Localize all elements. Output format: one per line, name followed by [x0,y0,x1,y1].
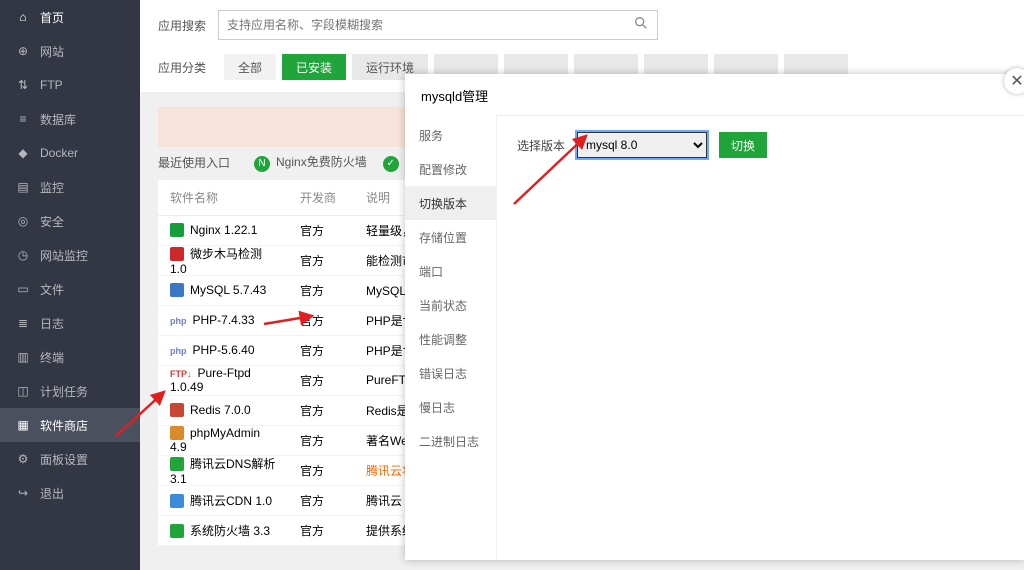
sidebar: ⌂首页⊕网站⇅FTP≡数据库◆Docker▤监控◎安全◷网站监控▭文件≣日志▥终… [0,0,140,570]
sidebar-item-watch[interactable]: ◷网站监控 [0,238,140,272]
cell-dev: 官方 [288,342,354,359]
log-icon: ≣ [16,316,30,330]
app-icon [170,426,184,440]
cell-name: phpMyAdmin 4.9 [158,426,288,455]
shield-icon: ✓ [383,156,399,172]
db-icon: ≡ [16,112,30,126]
recent-label: 最近使用入口 [158,154,230,171]
search-label: 应用搜索 [158,17,218,34]
modal-sidebar: 服务配置修改切换版本存储位置端口当前状态性能调整错误日志慢日志二进制日志 [405,114,497,560]
version-label: 选择版本 [517,137,565,154]
globe-icon: ⊕ [16,44,30,58]
cell-dev: 官方 [288,372,354,389]
app-icon [170,223,184,237]
gear-icon: ⚙ [16,452,30,466]
watch-icon: ◷ [16,248,30,262]
monitor-icon: ▤ [16,180,30,194]
close-icon[interactable]: ✕ [1004,68,1024,94]
modal-tab[interactable]: 切换版本 [405,186,496,220]
sidebar-item-cron[interactable]: ◫计划任务 [0,374,140,408]
cell-name: FTP↓Pure-Ftpd 1.0.49 [158,366,288,394]
modal-tab[interactable]: 配置修改 [405,152,496,186]
sidebar-item-db[interactable]: ≡数据库 [0,102,140,136]
cell-dev: 官方 [288,462,354,479]
cell-dev: 官方 [288,282,354,299]
sidebar-item-home[interactable]: ⌂首页 [0,0,140,34]
shield-icon: ◎ [16,214,30,228]
folder-icon: ▭ [16,282,30,296]
exit-icon: ↪ [16,486,30,500]
category-tab[interactable]: 已安装 [282,54,346,80]
search-icon[interactable] [633,15,649,36]
recent-item[interactable]: NNginx免费防火墙 [254,153,367,172]
cell-name: phpPHP-7.4.33 [158,313,288,327]
app-icon [170,494,184,508]
app-icon: FTP↓ [170,369,192,379]
modal-tab[interactable]: 服务 [405,118,496,152]
modal-tab[interactable]: 慢日志 [405,390,496,424]
cell-name: MySQL 5.7.43 [158,283,288,298]
cell-name: 系统防火墙 3.3 [158,522,288,539]
cell-dev: 官方 [288,402,354,419]
cell-dev: 官方 [288,222,354,239]
sidebar-item-shield[interactable]: ◎安全 [0,204,140,238]
sidebar-item-store[interactable]: ▦软件商店 [0,408,140,442]
sidebar-item-folder[interactable]: ▭文件 [0,272,140,306]
sidebar-item-exit[interactable]: ↪退出 [0,476,140,510]
sidebar-item-monitor[interactable]: ▤监控 [0,170,140,204]
cell-name: Nginx 1.22.1 [158,223,288,238]
cell-name: 腾讯云DNS解析 3.1 [158,455,288,486]
modal-tab[interactable]: 端口 [405,254,496,288]
app-icon [170,457,184,471]
sidebar-item-globe[interactable]: ⊕网站 [0,34,140,68]
store-icon: ▦ [16,418,30,432]
cell-name: 微步木马检测 1.0 [158,245,288,276]
sidebar-item-log[interactable]: ≣日志 [0,306,140,340]
home-icon: ⌂ [16,10,30,24]
cell-name: Redis 7.0.0 [158,403,288,418]
modal-tab[interactable]: 存储位置 [405,220,496,254]
modal-tab[interactable]: 性能调整 [405,322,496,356]
app-icon [170,247,184,261]
search-input[interactable] [227,18,633,32]
search-box[interactable] [218,10,658,40]
cell-name: 腾讯云CDN 1.0 [158,492,288,509]
switch-button[interactable]: 切换 [719,132,767,158]
th-dev: 开发商 [288,189,354,206]
modal-tab[interactable]: 二进制日志 [405,424,496,458]
cell-dev: 官方 [288,432,354,449]
version-select[interactable]: mysql 8.0 [577,132,707,158]
modal-content: 选择版本 mysql 8.0 切换 [497,114,1024,560]
modal-tab[interactable]: 错误日志 [405,356,496,390]
cron-icon: ◫ [16,384,30,398]
sidebar-item-docker[interactable]: ◆Docker [0,136,140,170]
cell-dev: 官方 [288,312,354,329]
search-row: 应用搜索 [140,0,1024,48]
app-icon [170,524,184,538]
mysqld-modal: ✕ mysqld管理 服务配置修改切换版本存储位置端口当前状态性能调整错误日志慢… [405,74,1024,560]
cell-name: phpPHP-5.6.40 [158,343,288,357]
cell-dev: 官方 [288,492,354,509]
shield-icon: N [254,156,270,172]
category-tab[interactable]: 全部 [224,54,276,80]
modal-tab[interactable]: 当前状态 [405,288,496,322]
terminal-icon: ▥ [16,350,30,364]
modal-title: mysqld管理 [405,74,1024,116]
ftp-icon: ⇅ [16,78,30,92]
cell-dev: 官方 [288,522,354,539]
app-icon: php [170,316,187,326]
sidebar-item-gear[interactable]: ⚙面板设置 [0,442,140,476]
app-icon [170,403,184,417]
sidebar-item-terminal[interactable]: ▥终端 [0,340,140,374]
app-icon: php [170,346,187,356]
th-name: 软件名称 [158,189,288,206]
category-label: 应用分类 [158,59,218,76]
docker-icon: ◆ [16,146,30,160]
sidebar-item-ftp[interactable]: ⇅FTP [0,68,140,102]
app-icon [170,283,184,297]
cell-dev: 官方 [288,252,354,269]
